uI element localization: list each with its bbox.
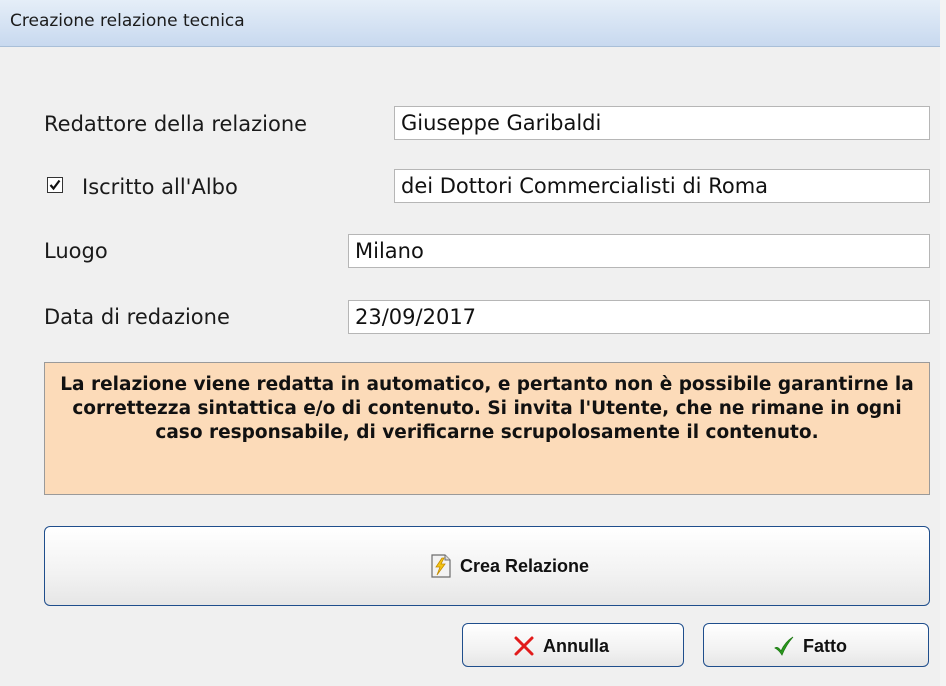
albo-checkbox[interactable] (47, 177, 63, 193)
title-bar: Creazione relazione tecnica (0, 0, 940, 47)
albo-label: Iscritto all'Albo (82, 175, 238, 199)
redattore-label: Redattore della relazione (44, 112, 308, 136)
crea-relazione-button[interactable]: Crea Relazione (44, 526, 930, 606)
annulla-button[interactable]: Annulla (462, 623, 684, 667)
fatto-label: Fatto (803, 635, 847, 656)
checkmark-icon (49, 179, 61, 191)
document-lightning-icon (431, 554, 451, 578)
fatto-button[interactable]: Fatto (703, 623, 929, 667)
disclaimer-notice: La relazione viene redatta in automatico… (44, 362, 930, 495)
luogo-label: Luogo (44, 239, 108, 263)
albo-input[interactable] (394, 169, 930, 203)
data-label: Data di redazione (44, 305, 230, 329)
luogo-input[interactable] (348, 234, 930, 268)
window-title: Creazione relazione tecnica (10, 11, 245, 31)
dialog-window: Creazione relazione tecnica Redattore de… (0, 0, 946, 686)
redattore-input[interactable] (394, 106, 930, 140)
crea-relazione-label: Crea Relazione (460, 555, 590, 576)
green-check-icon (774, 636, 794, 656)
data-input[interactable] (348, 300, 930, 334)
annulla-label: Annulla (543, 635, 609, 656)
red-x-icon (514, 636, 534, 656)
